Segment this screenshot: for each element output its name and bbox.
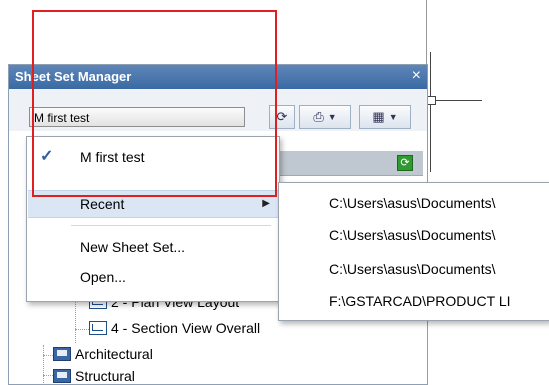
tree-sheet-section-view[interactable]: 4 - Section View Overall [89, 320, 260, 336]
tree-connector [75, 329, 89, 330]
recent-file-item[interactable]: C:\Users\asus\Documents\ [329, 227, 496, 243]
tree-connector [43, 345, 44, 385]
tree-subset-architectural[interactable]: Architectural [53, 346, 153, 362]
chevron-down-icon: ▼ [327, 112, 337, 122]
menu-item-new-sheet-set[interactable]: New Sheet Set... [28, 233, 278, 261]
view-options-button[interactable]: ▦ ▼ [359, 105, 411, 129]
crosshair-pickbox-icon [427, 96, 436, 105]
tree-subset-label: Architectural [75, 346, 153, 362]
view-options-icon: ▦ [372, 109, 385, 124]
recent-submenu: C:\Users\asus\Documents\ C:\Users\asus\D… [278, 182, 549, 321]
subset-folder-icon [53, 369, 71, 383]
chevron-down-icon: ▼ [388, 112, 398, 122]
refresh-icon: ⟳ [276, 109, 288, 124]
subset-folder-icon [53, 347, 71, 361]
menu-item-label: New Sheet Set... [80, 239, 186, 255]
crosshair-vertical [430, 52, 431, 172]
recent-file-item[interactable]: C:\Users\asus\Documents\ [329, 261, 496, 277]
tree-refresh-icon[interactable]: ⟳ [397, 155, 413, 171]
publish-icon: ⎙ [313, 109, 324, 124]
tree-subset-structural[interactable]: Structural [53, 368, 135, 384]
menu-item-label: Open... [80, 269, 126, 285]
menu-item-open[interactable]: Open... [28, 263, 278, 291]
recent-file-item[interactable]: C:\Users\asus\Documents\ [329, 195, 496, 211]
annotation-highlight-box [32, 10, 277, 197]
recent-file-item[interactable]: F:\GSTARCAD\PRODUCT LI [329, 293, 511, 309]
tree-subset-label: Structural [75, 368, 135, 384]
tree-sheet-label: 4 - Section View Overall [111, 320, 261, 336]
close-icon[interactable]: × [412, 67, 421, 85]
menu-separator [71, 225, 271, 226]
sheet-icon [89, 321, 107, 335]
publish-button[interactable]: ⎙ ▼ [299, 105, 351, 129]
